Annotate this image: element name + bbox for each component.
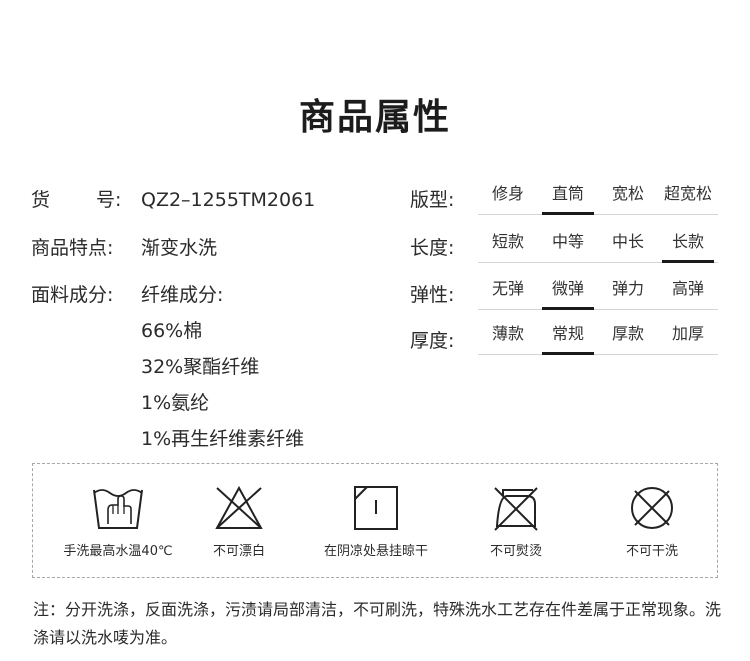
- care-label: 不可干洗: [625, 544, 678, 559]
- length-option: 短款: [491, 232, 524, 251]
- elasticity-option: 高弹: [671, 279, 704, 298]
- length-label: 长度:: [410, 237, 455, 259]
- no-dry-clean-icon: [631, 487, 673, 529]
- no-iron-icon: [494, 487, 538, 531]
- no-bleach-icon: [215, 485, 263, 529]
- length-option: 中长: [611, 232, 644, 251]
- care-label: 不可熨烫: [489, 544, 542, 559]
- elasticity-options: 无弹 微弹 弹力 高弹: [478, 273, 718, 310]
- fabric-line: 1%再生纤维素纤维: [141, 428, 305, 450]
- care-note: 注：分开洗涤，反面洗涤，污渍请局部清洁，不可刷洗，特殊洗水工艺存在件差属于正常现…: [33, 600, 722, 647]
- thickness-label: 厚度:: [410, 330, 455, 352]
- elasticity-option: 弹力: [611, 279, 644, 298]
- care-item-no-iron: 不可熨烫: [446, 484, 586, 559]
- hand-wash-icon: [93, 489, 143, 529]
- product-code-value: QZ2–1255TM2061: [141, 189, 316, 211]
- thickness-option: 厚款: [611, 324, 644, 343]
- feature-value: 渐变水洗: [141, 237, 218, 259]
- thickness-option: 薄款: [491, 324, 524, 343]
- thickness-options: 薄款 常规 厚款 加厚: [478, 318, 718, 355]
- length-option-selected: 长款: [662, 226, 714, 263]
- feature-row: 商品特点: 渐变水洗: [31, 233, 217, 260]
- fabric-line: 32%聚酯纤维: [141, 356, 260, 378]
- feature-label: 商品特点:: [31, 237, 114, 259]
- elasticity-option-selected: 微弹: [542, 273, 594, 310]
- thickness-option: 加厚: [671, 324, 704, 343]
- page-title: 商品属性: [298, 97, 451, 138]
- fit-label: 版型:: [410, 189, 455, 211]
- fabric-line: 纤维成分:: [141, 284, 224, 306]
- fit-options: 修身 直筒 宽松 超宽松: [478, 178, 718, 215]
- fabric-label: 面料成分:: [31, 284, 114, 306]
- product-code-row: 货号: QZ2–1255TM2061: [31, 185, 315, 212]
- length-option: 中等: [551, 232, 584, 251]
- fit-option: 宽松: [611, 184, 644, 203]
- fit-option: 超宽松: [663, 184, 712, 203]
- care-item-line-dry-shade: 在阴凉处悬挂晾干: [306, 484, 446, 559]
- care-label: 在阴凉处悬挂晾干: [323, 544, 428, 559]
- care-label: 手洗最高水温40℃: [63, 544, 173, 559]
- elasticity-label: 弹性:: [410, 284, 455, 306]
- fit-option-selected: 直筒: [542, 178, 594, 215]
- product-code-label: 货号:: [31, 189, 122, 211]
- length-options: 短款 中等 中长 长款: [478, 226, 718, 263]
- fabric-line: 66%棉: [141, 320, 203, 342]
- care-instructions-panel: 手洗最高水温40℃ 不可漂白 在阴凉处悬挂晾干 不可熨烫 不可干洗: [32, 463, 718, 578]
- fabric-line: 1%氨纶: [141, 392, 210, 414]
- fit-option: 修身: [491, 184, 524, 203]
- elasticity-option: 无弹: [491, 279, 524, 298]
- care-item-no-dry-clean: 不可干洗: [582, 484, 722, 559]
- fabric-row: 面料成分: 纤维成分:: [31, 280, 223, 307]
- line-dry-shade-icon: [354, 486, 398, 530]
- care-item-hand-wash: 手洗最高水温40℃: [48, 484, 188, 559]
- thickness-option-selected: 常规: [542, 318, 594, 355]
- care-item-no-bleach: 不可漂白: [169, 484, 309, 559]
- care-label: 不可漂白: [212, 544, 265, 559]
